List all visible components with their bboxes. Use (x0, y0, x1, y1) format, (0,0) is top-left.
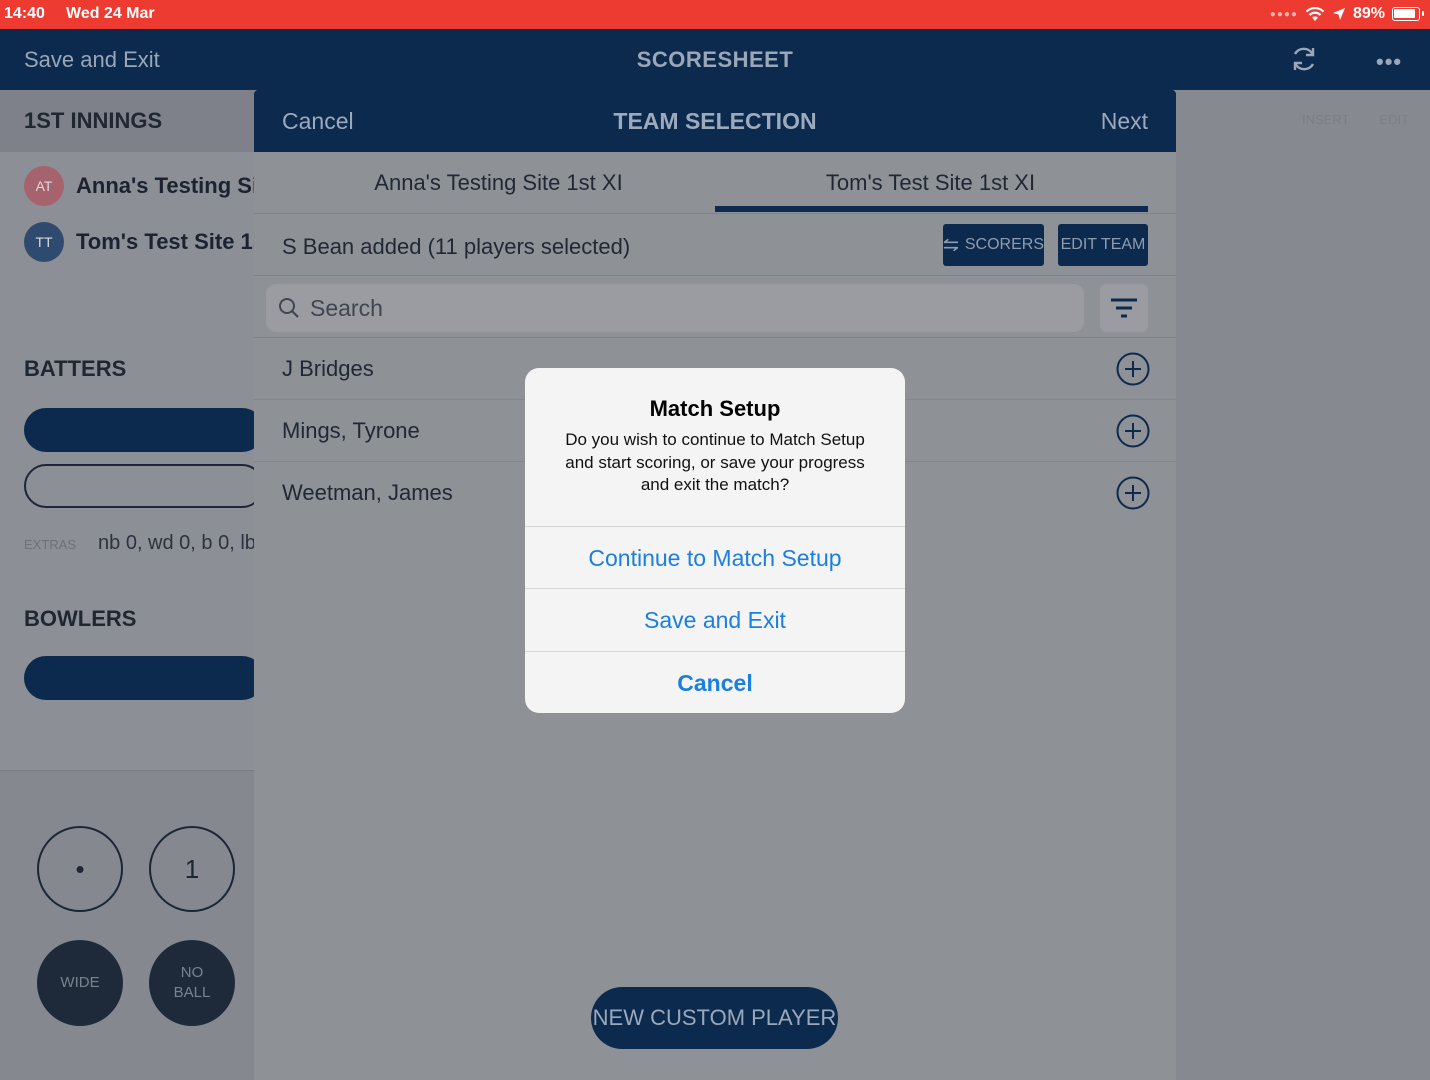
more-icon[interactable]: ••• (1376, 49, 1402, 75)
add-circle-icon[interactable] (1116, 476, 1150, 510)
status-bar: 14:40 Wed 24 Mar ●●●● 89% (0, 0, 1430, 29)
sheet-title: TEAM SELECTION (613, 108, 817, 134)
player-name: Weetman, James (282, 480, 453, 505)
search-icon (279, 298, 299, 318)
battery-icon (1392, 7, 1424, 21)
batter-slot-1[interactable] (24, 408, 264, 452)
sheet-next-button[interactable]: Next (1101, 108, 1148, 135)
extras-label: EXTRAS (24, 537, 77, 552)
alert-cancel-button[interactable]: Cancel (525, 651, 905, 713)
status-time: 14:40 (4, 5, 45, 22)
batters-title: BATTERS (0, 338, 254, 400)
filter-icon (1111, 298, 1137, 318)
edit-team-button[interactable]: EDIT TEAM (1058, 224, 1148, 266)
innings-title: 1ST INNINGS (0, 90, 254, 152)
location-icon (1332, 8, 1345, 20)
add-circle-icon[interactable] (1116, 414, 1150, 448)
new-custom-player-button[interactable]: NEW CUSTOM PLAYER (591, 987, 838, 1049)
team-row: AT Anna's Testing Site (24, 166, 278, 206)
tab-home-team[interactable]: Anna's Testing Site 1st XI (268, 170, 729, 196)
tab-edit[interactable]: EDIT (1379, 112, 1409, 127)
status-right-group: ●●●● 89% (1269, 5, 1424, 23)
no-ball-label-2: BALL (173, 984, 211, 1001)
avatar: TT (24, 222, 64, 262)
search-input[interactable]: Search (266, 284, 1084, 332)
player-name: J Bridges (282, 356, 374, 381)
active-tab-indicator (715, 206, 1148, 212)
extras-row: EXTRAS nb 0, wd 0, b 0, lb 0 (24, 532, 273, 555)
team-selection-navbar: Cancel TEAM SELECTION Next (254, 90, 1176, 152)
insert-edit-tabs: INSERT EDIT (1302, 112, 1430, 127)
selection-status-message: S Bean added (11 players selected) (282, 234, 631, 259)
scorers-button[interactable]: SCORERS (943, 224, 1044, 266)
team-tabs: Anna's Testing Site 1st XI Tom's Test Si… (254, 152, 1176, 214)
save-and-exit-button[interactable]: Save and Exit (525, 588, 905, 650)
bowlers-title: BOWLERS (0, 588, 254, 650)
avatar: AT (24, 166, 64, 206)
player-name: Mings, Tyrone (282, 418, 420, 443)
no-ball-label-1: NO (180, 964, 204, 981)
battery-percent: 89% (1352, 5, 1385, 22)
page-title: SCORESHEET (636, 47, 794, 72)
scorers-label: SCORERS (964, 236, 1044, 253)
match-setup-alert: Match Setup Do you wish to continue to M… (525, 368, 905, 713)
extras-value: nb 0, wd 0, b 0, lb 0 (98, 532, 273, 554)
wifi-icon (1305, 7, 1325, 21)
swap-icon (943, 238, 959, 252)
one-run-button[interactable]: 1 (149, 826, 235, 912)
batter-slot-2[interactable] (24, 464, 264, 508)
team-name: Anna's Testing Site (76, 173, 278, 198)
tab-away-team[interactable]: Tom's Test Site 1st XI (700, 170, 1161, 196)
status-date: Wed 24 Mar (66, 5, 155, 22)
no-ball-button[interactable]: NO BALL (149, 940, 235, 1026)
wide-button[interactable]: WIDE (37, 940, 123, 1026)
continue-to-match-setup-button[interactable]: Continue to Match Setup (525, 526, 905, 588)
right-panel: INSERT EDIT (1176, 90, 1430, 1080)
search-row: Search (254, 276, 1176, 338)
add-circle-icon[interactable] (1116, 352, 1150, 386)
scoring-pad: • 1 WIDE NO BALL (0, 770, 254, 1080)
filter-button[interactable] (1100, 284, 1148, 332)
dot-ball-button[interactable]: • (37, 826, 123, 912)
search-placeholder: Search (310, 294, 383, 321)
alert-title: Match Setup (649, 396, 781, 421)
team-row: TT Tom's Test Site 1st X (24, 222, 293, 262)
alert-message: Do you wish to continue to Match Setup a… (565, 430, 865, 494)
refresh-icon[interactable] (1288, 43, 1320, 75)
bowler-slot[interactable] (24, 656, 264, 700)
tab-insert[interactable]: INSERT (1302, 112, 1349, 127)
signal-dots-icon: ●●●● (1269, 8, 1298, 20)
selection-info-row: S Bean added (11 players selected) SCORE… (254, 214, 1176, 276)
scoresheet-navbar: Save and Exit SCORESHEET ••• (0, 29, 1430, 90)
